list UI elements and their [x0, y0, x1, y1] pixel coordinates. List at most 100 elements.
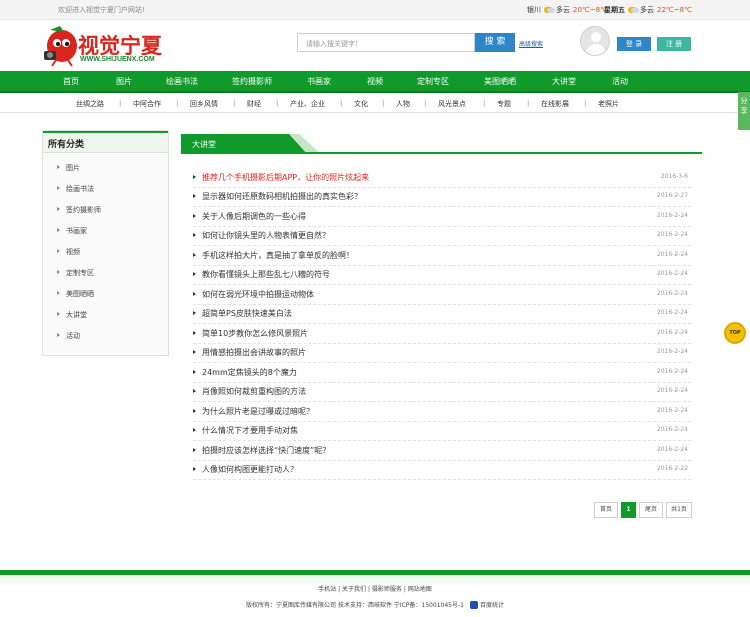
article-date: 2016-2-24 — [656, 309, 688, 316]
subnav-item[interactable]: 风光景点 — [438, 99, 466, 109]
article-row[interactable]: 如何在弱光环境中拍摄运动物体 2016-2-24 — [193, 286, 691, 305]
bullet-icon — [193, 428, 196, 432]
article-row[interactable]: 显示器如何还原数码相机拍摄出的真实色彩？ 2016-2-27 — [193, 188, 691, 207]
article-title[interactable]: 显示器如何还原数码相机拍摄出的真实色彩？ — [202, 191, 362, 202]
article-date: 2016-2-24 — [656, 270, 688, 277]
bullet-icon — [193, 370, 196, 374]
article-date: 2016-2-24 — [656, 290, 688, 297]
nav-item-lecture[interactable]: 大讲堂 — [547, 71, 581, 93]
article-title[interactable]: 关于人像后期调色的一些心得 — [202, 211, 306, 222]
article-title[interactable]: 超简单PS皮肤快速美白法 — [202, 308, 292, 319]
login-button[interactable]: 登 录 — [617, 37, 651, 51]
article-row[interactable]: 什么情况下才要用手动对焦 2016-2-24 — [193, 422, 691, 441]
article-row[interactable]: 关于人像后期调色的一些心得 2016-2-24 — [193, 208, 691, 227]
arrow-right-icon — [57, 186, 60, 190]
article-title[interactable]: 用情感拍摄出会讲故事的照片 — [202, 347, 306, 358]
article-date: 2016-2-22 — [656, 465, 688, 472]
sidebar-item-artists[interactable]: 书画家 — [57, 226, 87, 236]
nav-item-custom[interactable]: 定制专区 — [414, 71, 452, 93]
advanced-search-link[interactable]: 高级搜索 — [519, 39, 543, 48]
subnav-item[interactable]: 人物 — [396, 99, 410, 109]
article-title[interactable]: 人像如何构图更能打动人？ — [202, 464, 298, 475]
pager-current[interactable]: 1 — [621, 502, 636, 518]
share-tab[interactable]: 分享 — [738, 92, 750, 130]
article-title[interactable]: 拍摄时应该怎样选择“快门速度”呢？ — [202, 445, 330, 456]
baidu-stat-link[interactable]: 百度统计 — [480, 602, 504, 609]
search-button[interactable]: 搜 索 — [475, 33, 515, 52]
article-row[interactable]: 24mm定焦镜头的8个魔力 2016-2-24 — [193, 364, 691, 383]
article-title[interactable]: 如何让你镜头里的人物表情更自然？ — [202, 230, 330, 241]
subnav-item[interactable]: 在线影展 — [541, 99, 569, 109]
article-title[interactable]: 什么情况下才要用手动对焦 — [202, 425, 298, 436]
subnav-item[interactable]: 回乡风情 — [190, 99, 218, 109]
footer-link-about[interactable]: 关于我们 — [342, 586, 366, 593]
subnav-item[interactable]: 产业、企业 — [290, 99, 325, 109]
article-row[interactable]: 肖像照如何裁剪重构图的方法 2016-2-24 — [193, 383, 691, 402]
article-row[interactable]: 教你看懂镜头上那些乱七八糟的符号 2016-2-24 — [193, 266, 691, 285]
article-title[interactable]: 手机这样拍大片，真是抽了拿单反的脸啊！ — [202, 250, 354, 261]
article-row[interactable]: 简单10步教你怎么修风景照片 2016-2-24 — [193, 325, 691, 344]
nav-item-events[interactable]: 活动 — [606, 71, 634, 93]
pager-first[interactable]: 首页 — [594, 502, 618, 518]
article-row[interactable]: 人像如何构图更能打动人？ 2016-2-22 — [193, 461, 691, 480]
subnav-item[interactable]: 专题 — [497, 99, 511, 109]
pager-last[interactable]: 尾页 — [639, 502, 663, 518]
article-row[interactable]: 超简单PS皮肤快速美白法 2016-2-24 — [193, 305, 691, 324]
article-title[interactable]: 24mm定焦镜头的8个魔力 — [202, 367, 297, 378]
logo-url: WWW.SHIJUENX.COM — [80, 56, 155, 63]
nav-item-video[interactable]: 视频 — [361, 71, 389, 93]
article-title[interactable]: 为什么照片老是过曝或过暗呢？ — [202, 406, 314, 417]
sidebar-item-gallery[interactable]: 美图晒晒 — [57, 289, 94, 299]
nav-item-artists[interactable]: 书画家 — [302, 71, 336, 93]
article-date: 2016-2-24 — [656, 329, 688, 336]
subnav-item[interactable]: 老照片 — [598, 99, 619, 109]
nav-item-gallery[interactable]: 美图晒晒 — [481, 71, 519, 93]
sidebar-item-label: 签约摄影师 — [66, 206, 101, 214]
footer-link-service[interactable]: 摄影师服务 — [372, 586, 402, 593]
article-row[interactable]: 为什么照片老是过曝或过暗呢？ 2016-2-24 — [193, 403, 691, 422]
sidebar-item-custom[interactable]: 定制专区 — [57, 268, 94, 278]
article-title[interactable]: 教你看懂镜头上那些乱七八糟的符号 — [202, 269, 330, 280]
arrow-right-icon — [57, 207, 60, 211]
bullet-icon — [193, 292, 196, 296]
top-bar: 欢迎进入视觉宁夏门户网站! 银川 多云 20℃~8℃ 星期五 多云 22℃~8℃ — [0, 0, 750, 20]
weather-temp: 22℃~8℃ — [657, 6, 692, 14]
article-date: 2016-2-24 — [656, 446, 688, 453]
subnav-item[interactable]: 财经 — [247, 99, 261, 109]
article-title[interactable]: 简单10步教你怎么修风景照片 — [202, 328, 308, 339]
arrow-right-icon — [57, 333, 60, 337]
sidebar-item-lecture[interactable]: 大讲堂 — [57, 310, 87, 320]
footer-info: 版权所有：宁夏图库传媒有限公司 技术支持：西岐软件 宁ICP备：15001045… — [0, 600, 750, 609]
search-input[interactable]: 请输入搜关键字！ — [297, 33, 475, 52]
subnav-item[interactable]: 文化 — [354, 99, 368, 109]
article-row[interactable]: 用情感拍摄出会讲故事的照片 2016-2-24 — [193, 344, 691, 363]
nav-item-home[interactable]: 首页 — [56, 71, 86, 93]
article-row[interactable]: 拍摄时应该怎样选择“快门速度”呢？ 2016-2-24 — [193, 442, 691, 461]
user-avatar[interactable] — [580, 26, 610, 56]
article-title[interactable]: 推荐几个手机摄影后期APP，让你的照片炫起来 — [202, 172, 369, 183]
nav-item-pictures[interactable]: 图片 — [109, 71, 139, 93]
footer-link-sitemap[interactable]: 网站地图 — [408, 586, 432, 593]
nav-item-painting[interactable]: 绘画书法 — [162, 71, 202, 93]
footer-link-mobile[interactable]: 手机站 — [318, 586, 336, 593]
article-title[interactable]: 如何在弱光环境中拍摄运动物体 — [202, 289, 314, 300]
subnav-item[interactable]: 丝绸之路 — [76, 99, 104, 109]
article-row[interactable]: 如何让你镜头里的人物表情更自然？ 2016-2-24 — [193, 227, 691, 246]
article-row[interactable]: 手机这样拍大片，真是抽了拿单反的脸啊！ 2016-2-24 — [193, 247, 691, 266]
article-row[interactable]: 推荐几个手机摄影后期APP，让你的照片炫起来 2016-3-6 — [193, 169, 691, 188]
sidebar-item-label: 定制专区 — [66, 269, 94, 277]
article-title[interactable]: 肖像照如何裁剪重构图的方法 — [202, 386, 306, 397]
bullet-icon — [193, 272, 196, 276]
arrow-right-icon — [57, 291, 60, 295]
subnav-item[interactable]: 中阿合作 — [133, 99, 161, 109]
bullet-icon — [193, 253, 196, 257]
sidebar-item-events[interactable]: 活动 — [57, 331, 80, 341]
nav-item-photographers[interactable]: 签约摄影师 — [228, 71, 276, 93]
back-to-top-button[interactable]: TOP — [724, 322, 746, 344]
sidebar-item-photographers[interactable]: 签约摄影师 — [57, 205, 101, 215]
article-date: 2016-2-24 — [656, 368, 688, 375]
sidebar-item-video[interactable]: 视频 — [57, 247, 80, 257]
register-button[interactable]: 注 册 — [657, 37, 691, 51]
sidebar-item-painting[interactable]: 绘画书法 — [57, 184, 94, 194]
sidebar-item-pictures[interactable]: 图片 — [57, 163, 80, 173]
